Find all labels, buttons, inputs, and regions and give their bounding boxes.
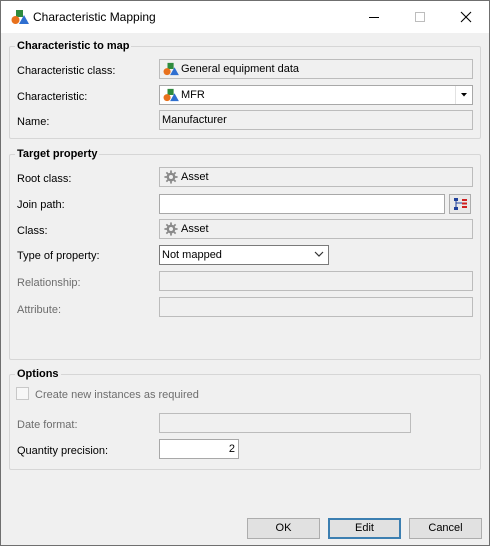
class-label: Class: bbox=[17, 225, 48, 237]
ok-button[interactable]: OK bbox=[247, 518, 320, 539]
title-bar[interactable]: Characteristic Mapping bbox=[1, 1, 489, 33]
characteristic-class-field: General equipment data bbox=[159, 59, 473, 79]
minimize-icon bbox=[369, 17, 379, 18]
group-title: Options bbox=[15, 367, 61, 381]
join-path-label: Join path: bbox=[17, 199, 65, 211]
name-value: Manufacturer bbox=[162, 114, 227, 126]
characteristic-dropdown-arrow[interactable] bbox=[455, 86, 472, 104]
root-class-value: Asset bbox=[181, 171, 209, 183]
edit-button[interactable]: Edit bbox=[328, 518, 401, 539]
characteristic-value: MFR bbox=[181, 89, 205, 101]
class-field: Asset bbox=[159, 219, 473, 239]
group-title: Characteristic to map bbox=[15, 39, 132, 53]
date-format-label: Date format: bbox=[17, 419, 78, 431]
relationship-label: Relationship: bbox=[17, 277, 81, 289]
caret-down-icon bbox=[461, 93, 467, 97]
cancel-button[interactable]: Cancel bbox=[409, 518, 482, 539]
characteristic-mapping-dialog: Characteristic Mapping Characteristic to… bbox=[0, 0, 490, 546]
quantity-precision-input[interactable]: 2 bbox=[159, 439, 239, 459]
characteristic-class-label: Characteristic class: bbox=[17, 65, 116, 77]
class-value: Asset bbox=[181, 223, 209, 235]
root-class-field: Asset bbox=[159, 167, 473, 187]
maximize-icon bbox=[415, 12, 425, 22]
window-title: Characteristic Mapping bbox=[33, 10, 156, 24]
join-path-browse-button[interactable] bbox=[449, 194, 471, 214]
attribute-label: Attribute: bbox=[17, 304, 62, 316]
shapes-icon bbox=[11, 10, 29, 24]
characteristic-label: Characteristic: bbox=[17, 91, 88, 103]
close-button[interactable] bbox=[443, 1, 489, 33]
gear-icon bbox=[164, 222, 178, 236]
create-instances-label: Create new instances as required bbox=[35, 389, 199, 401]
type-of-property-label: Type of property: bbox=[17, 250, 100, 262]
create-instances-checkbox bbox=[16, 387, 29, 400]
shapes-icon bbox=[163, 88, 179, 102]
characteristic-class-value: General equipment data bbox=[181, 63, 300, 75]
attribute-field bbox=[159, 297, 473, 317]
close-icon bbox=[460, 11, 472, 23]
shapes-icon bbox=[163, 62, 179, 76]
join-path-input[interactable] bbox=[159, 194, 445, 214]
relationship-field bbox=[159, 271, 473, 291]
characteristic-dropdown[interactable]: MFR bbox=[159, 85, 473, 105]
type-of-property-select[interactable]: Not mapped bbox=[159, 245, 329, 265]
minimize-button[interactable] bbox=[351, 1, 397, 33]
type-of-property-value: Not mapped bbox=[162, 249, 222, 261]
gear-icon bbox=[164, 170, 178, 184]
maximize-button bbox=[397, 1, 443, 33]
tree-browse-icon bbox=[454, 198, 467, 210]
name-field: Manufacturer bbox=[159, 110, 473, 130]
quantity-precision-label: Quantity precision: bbox=[17, 445, 109, 457]
group-title: Target property bbox=[15, 147, 100, 161]
chevron-down-icon bbox=[314, 251, 324, 257]
date-format-field bbox=[159, 413, 411, 433]
quantity-precision-value: 2 bbox=[228, 443, 235, 455]
name-label: Name: bbox=[17, 116, 50, 128]
root-class-label: Root class: bbox=[17, 173, 72, 185]
